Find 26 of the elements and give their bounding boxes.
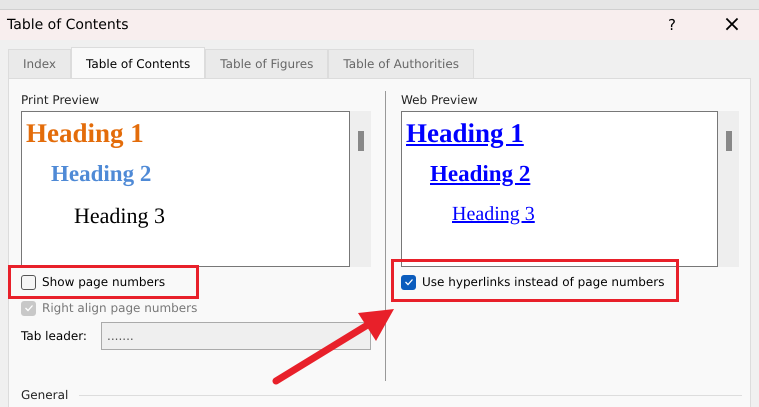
- section-label: Web Preview: [401, 92, 479, 109]
- checkbox[interactable]: [21, 274, 36, 290]
- checkbox-label: Use hyperlinks instead of page numbers: [422, 274, 664, 291]
- help-button[interactable]: ?: [652, 14, 692, 36]
- scrollbar[interactable]: [350, 111, 371, 267]
- checkbox-label: Right align page numbers: [42, 300, 198, 317]
- checkbox-label: Show page numbers: [42, 274, 166, 291]
- section-label: Print Preview: [21, 92, 100, 109]
- heading-sample: Heading 3: [74, 203, 166, 228]
- heading-sample: Heading 2: [51, 161, 152, 186]
- group-label: General: [21, 387, 68, 404]
- tab[interactable]: Index: [8, 49, 72, 78]
- checkbox[interactable]: [401, 274, 416, 290]
- heading-sample: Heading 3: [452, 203, 535, 225]
- check-icon: [24, 303, 34, 313]
- heading-sample: Heading 1: [26, 118, 144, 148]
- close-button[interactable]: ×: [712, 14, 752, 36]
- window-title: Table of Contents: [7, 16, 130, 34]
- field-label: Tab leader:: [21, 328, 88, 344]
- heading-sample: Heading 1: [406, 118, 524, 148]
- tab[interactable]: Table of Authorities: [328, 49, 474, 78]
- scrollbar[interactable]: [718, 111, 739, 267]
- heading-sample: Heading 2: [430, 161, 530, 186]
- tab[interactable]: Table of Contents: [71, 47, 206, 79]
- check-icon: [404, 277, 414, 287]
- tab[interactable]: Table of Figures: [205, 49, 328, 78]
